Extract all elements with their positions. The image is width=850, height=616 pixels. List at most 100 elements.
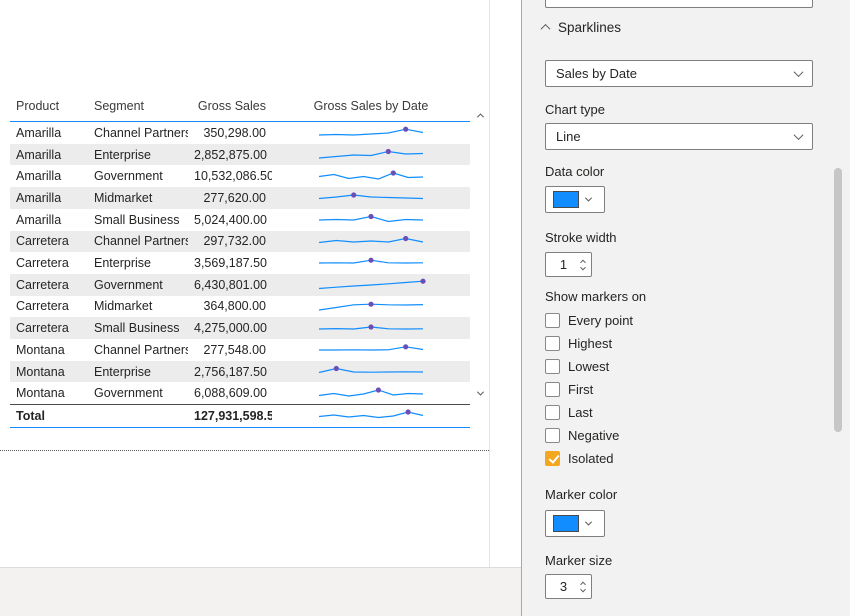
chart-type-label: Chart type (545, 102, 605, 117)
table-row[interactable]: MontanaEnterprise2,756,187.50 (10, 361, 470, 383)
table-visual[interactable]: Product Segment Gross Sales Gross Sales … (10, 95, 488, 428)
checkbox-option-isolated[interactable]: Isolated (545, 450, 633, 466)
sparklines-section-header[interactable]: Sparklines (542, 20, 621, 35)
marker-color-label: Marker color (545, 487, 617, 502)
cell-sparkline (272, 144, 470, 166)
table-row[interactable]: AmarillaGovernment10,532,086.50 (10, 165, 470, 187)
sparkline-chart (316, 364, 426, 380)
cell-segment: Channel Partners (88, 122, 188, 144)
cell-gross-sales: 297,732.00 (188, 231, 272, 253)
sparkline-chart (316, 386, 426, 402)
checkbox-option-negative[interactable]: Negative (545, 427, 633, 443)
sparkline-chart (316, 125, 426, 141)
chart-type-dropdown[interactable]: Line (545, 123, 813, 150)
checkbox-option-first[interactable]: First (545, 381, 633, 397)
checkbox-option-lowest[interactable]: Lowest (545, 358, 633, 374)
data-color-picker[interactable] (545, 186, 605, 213)
cell-product: Carretera (10, 231, 88, 253)
table-row[interactable]: CarreteraEnterprise3,569,187.50 (10, 252, 470, 274)
format-search-input-partial[interactable] (545, 0, 813, 8)
checkbox-icon[interactable] (545, 336, 560, 351)
cell-segment: Enterprise (88, 144, 188, 166)
cell-sparkline (272, 382, 470, 404)
cell-product: Montana (10, 382, 88, 404)
checkbox-checked-icon[interactable] (545, 451, 560, 466)
cell-sparkline (272, 209, 470, 231)
checkbox-label: Highest (568, 336, 612, 351)
column-header-product[interactable]: Product (10, 95, 88, 122)
sparkline-chart (316, 212, 426, 228)
data-color-label: Data color (545, 164, 604, 179)
checkbox-icon[interactable] (545, 405, 560, 420)
table-row[interactable]: CarreteraMidmarket364,800.00 (10, 296, 470, 318)
cell-sparkline (272, 361, 470, 383)
column-header-segment[interactable]: Segment (88, 95, 188, 122)
section-title: Sparklines (558, 20, 621, 35)
checkbox-icon[interactable] (545, 313, 560, 328)
stepper-spin-buttons[interactable] (581, 581, 591, 593)
sparkline-chart (316, 408, 426, 424)
total-row: Total 127,931,598.50 (10, 405, 470, 428)
sparkline-chart (316, 277, 426, 293)
color-swatch (553, 191, 579, 208)
cell-sparkline (272, 165, 470, 187)
column-header-sparkline[interactable]: Gross Sales by Date (272, 95, 470, 122)
checkbox-label: Lowest (568, 359, 609, 374)
checkbox-option-highest[interactable]: Highest (545, 335, 633, 351)
table-row[interactable]: CarreteraSmall Business4,275,000.00 (10, 317, 470, 339)
table-scroll-up-button[interactable] (474, 109, 486, 121)
show-markers-label: Show markers on (545, 289, 646, 304)
table-row[interactable]: AmarillaChannel Partners350,298.00 (10, 122, 470, 144)
sparkline-chart (316, 234, 426, 250)
pane-scrollbar-thumb[interactable] (834, 168, 842, 432)
checkbox-icon[interactable] (545, 382, 560, 397)
cell-product: Amarilla (10, 165, 88, 187)
cell-segment: Channel Partners (88, 339, 188, 361)
marker-color-picker[interactable] (545, 510, 605, 537)
table-row[interactable]: AmarillaSmall Business5,024,400.00 (10, 209, 470, 231)
cell-product: Montana (10, 361, 88, 383)
cell-gross-sales: 277,620.00 (188, 187, 272, 209)
total-label: Total (10, 405, 88, 428)
checkbox-option-last[interactable]: Last (545, 404, 633, 420)
column-header-gross-sales[interactable]: Gross Sales (188, 95, 272, 122)
cell-segment: Government (88, 382, 188, 404)
cell-segment: Small Business (88, 209, 188, 231)
stroke-width-label: Stroke width (545, 230, 617, 245)
stroke-width-stepper[interactable]: 1 (545, 252, 592, 277)
marker-size-label: Marker size (545, 553, 612, 568)
table-row[interactable]: AmarillaEnterprise2,852,875.00 (10, 144, 470, 166)
chevron-up-icon (476, 113, 483, 120)
checkbox-label: Every point (568, 313, 633, 328)
canvas-bottom-band (0, 567, 521, 616)
sparkline-select-dropdown[interactable]: Sales by Date (545, 60, 813, 87)
checkbox-icon[interactable] (545, 359, 560, 374)
table-row[interactable]: MontanaGovernment6,088,609.00 (10, 382, 470, 404)
chevron-down-icon (585, 519, 592, 526)
cell-product: Amarilla (10, 187, 88, 209)
cell-product: Carretera (10, 317, 88, 339)
table-row[interactable]: CarreteraChannel Partners297,732.00 (10, 231, 470, 253)
cell-gross-sales: 2,852,875.00 (188, 144, 272, 166)
table-scroll-down-button[interactable] (474, 387, 486, 399)
cell-gross-sales: 10,532,086.50 (188, 165, 272, 187)
table-row[interactable]: CarreteraGovernment6,430,801.00 (10, 274, 470, 296)
sparkline-chart (316, 255, 426, 271)
marker-size-stepper[interactable]: 3 (545, 574, 592, 599)
checkbox-icon[interactable] (545, 428, 560, 443)
cell-segment: Midmarket (88, 296, 188, 318)
marker-size-value: 3 (546, 579, 581, 594)
cell-sparkline (272, 296, 470, 318)
cell-sparkline (272, 252, 470, 274)
cell-gross-sales: 5,024,400.00 (188, 209, 272, 231)
data-table: Product Segment Gross Sales Gross Sales … (10, 95, 470, 428)
table-row[interactable]: MontanaChannel Partners277,548.00 (10, 339, 470, 361)
stepper-spin-buttons[interactable] (581, 259, 591, 271)
format-pane: Sparklines Sales by Date Chart type Line… (522, 0, 850, 616)
table-row[interactable]: AmarillaMidmarket277,620.00 (10, 187, 470, 209)
cell-gross-sales: 2,756,187.50 (188, 361, 272, 383)
cell-segment: Midmarket (88, 187, 188, 209)
cell-product: Amarilla (10, 122, 88, 144)
checkbox-option-every-point[interactable]: Every point (545, 312, 633, 328)
cell-product: Carretera (10, 296, 88, 318)
